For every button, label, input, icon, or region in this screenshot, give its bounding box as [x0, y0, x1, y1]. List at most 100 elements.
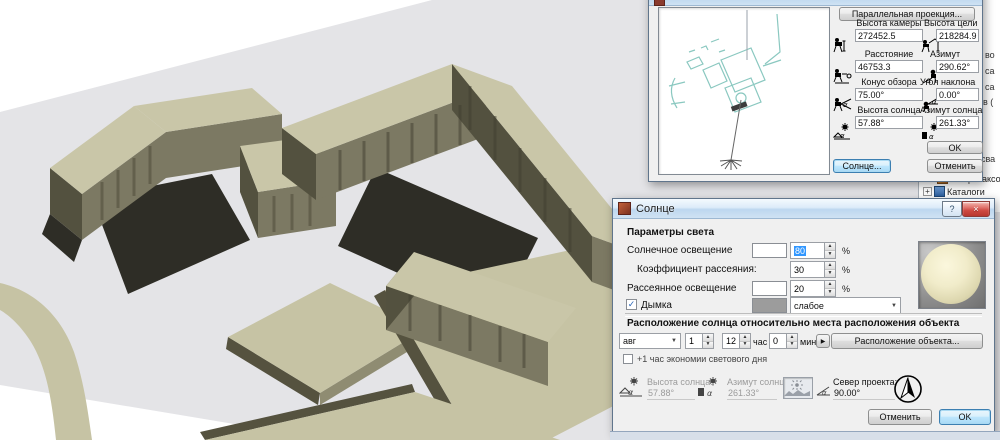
field-label: Конус обзора	[855, 77, 923, 87]
plan-preview-drawing	[659, 8, 827, 172]
object-location-button[interactable]: Расположение объекта...	[831, 333, 983, 349]
sun-azimuth-readout: 261.33°	[727, 388, 777, 400]
tree-item-label: Каталоги	[947, 187, 985, 197]
tree-item-fragment[interactable]: са	[985, 82, 995, 92]
day-value[interactable]: 1	[685, 333, 703, 349]
scatter-value[interactable]: 30	[790, 261, 825, 278]
sun-settings-button[interactable]: Солнце...	[833, 159, 891, 173]
field-label: Высота цели	[924, 18, 979, 28]
day-spinner[interactable]: 1 ▲▼	[685, 333, 714, 349]
haze-label: Дымка	[641, 300, 672, 311]
cancel-button[interactable]: Отменить	[927, 159, 983, 173]
plan-preview[interactable]	[658, 7, 830, 175]
haze-level-dropdown[interactable]: слабое ▼	[790, 297, 901, 314]
minute-spinner[interactable]: 0 ▲▼	[769, 333, 798, 349]
project-north-label: Север проекта:	[833, 377, 897, 387]
target-height-field[interactable]: 218284.9	[936, 29, 979, 42]
sun-azimuth-field[interactable]: 261.33°	[936, 116, 979, 129]
ok-button[interactable]: OK	[939, 409, 991, 425]
projection-dialog-titlebar[interactable]	[649, 0, 982, 6]
app-window: во са са в ( сва Общая аксоном + Каталог…	[0, 0, 1000, 440]
sun-dialog-icon	[618, 202, 631, 215]
spin-down-icon[interactable]: ▼	[825, 251, 835, 258]
expander-icon[interactable]: +	[923, 187, 932, 196]
sunlight-color-swatch[interactable]	[752, 243, 787, 258]
scatter-spinner[interactable]: 30 ▲▼	[790, 261, 836, 278]
view-cone-icon: α	[833, 96, 853, 112]
separator	[625, 313, 982, 317]
spin-down-icon[interactable]: ▼	[703, 342, 713, 349]
spin-up-icon[interactable]: ▲	[825, 243, 835, 251]
dst-label: +1 час экономии светового дня	[637, 354, 767, 364]
hour-spinner[interactable]: 12 ▲▼	[722, 333, 751, 349]
svg-text:α: α	[707, 389, 713, 397]
check-icon: ✓	[628, 300, 636, 309]
field-label: Высота камеры	[855, 18, 923, 28]
north-angle-icon: α	[816, 385, 832, 397]
camera-height-field[interactable]: 272452.5	[855, 29, 923, 42]
ambient-spinner[interactable]: 20 ▲▼	[790, 280, 836, 297]
compass-north-icon	[892, 373, 924, 405]
distance-field[interactable]: 46753.3	[855, 60, 923, 73]
spin-up-icon[interactable]: ▲	[825, 281, 835, 289]
tree-item-fragment[interactable]: в (	[983, 97, 993, 107]
scatter-unit: %	[842, 265, 850, 275]
minute-value[interactable]: 0	[769, 333, 787, 349]
location-section-title: Расположение солнца относительно места р…	[627, 318, 959, 329]
sunlight-value[interactable]: 80	[794, 246, 806, 256]
sun-dialog-titlebar[interactable]: Солнце ? ×	[613, 199, 994, 219]
ambient-color-swatch[interactable]	[752, 281, 787, 296]
azimuth-field[interactable]: 290.62°	[936, 60, 979, 73]
cancel-button[interactable]: Отменить	[868, 409, 932, 425]
spin-down-icon[interactable]: ▼	[825, 270, 835, 277]
light-section-title: Параметры света	[627, 227, 714, 238]
svg-text:α: α	[822, 389, 827, 397]
projection-row: α Высота солнца 57.88° α Азимут солнца 2…	[833, 114, 979, 142]
minute-unit-label: мин	[800, 337, 816, 347]
field-label: Азимут	[930, 49, 979, 59]
tree-item-catalogs[interactable]: + Каталоги	[923, 186, 985, 197]
sun-altitude-icon: α	[619, 377, 645, 397]
ambient-unit: %	[842, 284, 850, 294]
svg-text:α: α	[840, 132, 845, 140]
distance-icon	[833, 68, 853, 84]
view-cone-field[interactable]: 75.00°	[855, 88, 923, 101]
spin-down-icon[interactable]: ▼	[787, 342, 797, 349]
close-button[interactable]: ×	[962, 201, 990, 217]
chevron-down-icon: ▼	[671, 338, 677, 344]
spin-down-icon[interactable]: ▼	[740, 342, 750, 349]
field-label: Расстояние	[855, 49, 923, 59]
tilt-angle-field[interactable]: 0.00°	[936, 88, 979, 101]
hour-value[interactable]: 12	[722, 333, 740, 349]
projection-dialog-icon	[654, 0, 665, 6]
sun-altitude-field[interactable]: 57.88°	[855, 116, 923, 129]
sun-altitude-readout: 57.88°	[647, 388, 695, 400]
project-north-field[interactable]: 90.00°	[833, 388, 895, 400]
svg-text:α: α	[843, 101, 848, 109]
dst-checkbox[interactable]	[623, 354, 633, 364]
sunlight-spinner[interactable]: 80 ▲▼	[790, 242, 836, 259]
ok-button[interactable]: OK	[927, 141, 983, 154]
scatter-label: Коэффициент рассеяния:	[637, 264, 757, 275]
haze-color-swatch[interactable]	[752, 298, 787, 313]
play-button[interactable]: ▶	[816, 334, 830, 348]
spin-down-icon[interactable]: ▼	[825, 289, 835, 296]
svg-text:α: α	[929, 133, 934, 140]
tree-item-fragment[interactable]: са	[985, 66, 995, 76]
haze-checkbox[interactable]: ✓	[626, 299, 637, 310]
tree-item-fragment[interactable]: во	[985, 50, 995, 60]
ambient-label: Рассеянное освещение	[627, 283, 737, 294]
haze-level-value: слабое	[794, 301, 824, 311]
sunlight-label: Солнечное освещение	[627, 245, 732, 256]
help-button[interactable]: ?	[942, 201, 962, 217]
projection-dialog: Параллельная проекция... Высота камеры 2…	[648, 0, 983, 182]
svg-text:α: α	[628, 388, 634, 397]
spin-up-icon[interactable]: ▲	[825, 262, 835, 270]
sunlight-unit: %	[842, 246, 850, 256]
sun-preview	[918, 241, 986, 309]
month-value: авг	[623, 336, 636, 346]
camera-height-icon	[833, 37, 853, 53]
tree-item-fragment[interactable]: сва	[981, 154, 995, 164]
ambient-value[interactable]: 20	[790, 280, 825, 297]
month-dropdown[interactable]: авг ▼	[619, 333, 681, 349]
